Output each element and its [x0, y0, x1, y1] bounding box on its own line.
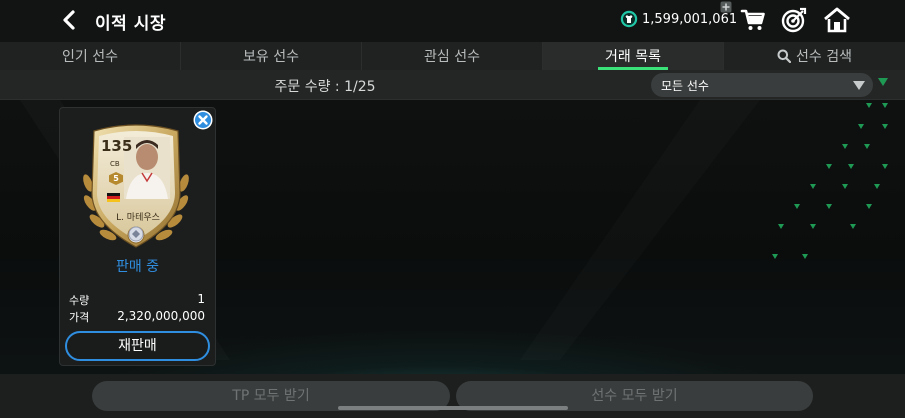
dropdown-value: 모든 선수 — [661, 79, 709, 93]
tab-label: 거래 목록 — [605, 49, 661, 65]
tp-balance-value: 1,599,001,061 — [642, 11, 738, 27]
quantity-label: 수량 — [69, 294, 90, 307]
player-ovr: 135 — [101, 137, 133, 155]
tab-label: 보유 선수 — [243, 49, 299, 65]
tab-watchlist[interactable]: 관심 선수 — [362, 42, 543, 70]
listing-status: 판매 중 — [115, 259, 160, 275]
tab-label: 관심 선수 — [424, 49, 480, 65]
search-icon — [777, 49, 791, 63]
player-filter-dropdown[interactable]: 모든 선수 — [651, 73, 873, 97]
tab-popular-players[interactable]: 인기 선수 — [0, 42, 181, 70]
season-badge-icon — [128, 226, 144, 242]
player-name: L. 마테우스 — [116, 213, 160, 223]
tp-coin-icon — [620, 10, 638, 28]
tab-label: 선수 검색 — [796, 49, 852, 65]
price-value: 2,320,000,000 — [117, 309, 205, 323]
home-icon[interactable] — [823, 6, 851, 34]
target-icon[interactable] — [781, 7, 807, 33]
price-label: 가격 — [69, 311, 90, 324]
close-icon[interactable] — [193, 110, 213, 130]
chevron-down-icon — [878, 78, 888, 86]
plus-icon[interactable] — [720, 1, 732, 13]
tab-trade-list[interactable]: 거래 목록 — [543, 42, 724, 70]
chevron-down-icon — [853, 81, 865, 90]
germany-flag-icon — [107, 193, 120, 202]
tab-owned-players[interactable]: 보유 선수 — [181, 42, 362, 70]
resell-button[interactable]: 재판매 — [65, 331, 210, 361]
tab-label: 인기 선수 — [62, 49, 118, 65]
order-count: 주문 수량 : 1/25 — [274, 79, 376, 95]
cart-icon[interactable] — [740, 8, 766, 32]
filter-bar: 주문 수량 : 1/25 모든 선수 — [0, 70, 905, 100]
tab-bar: 인기 선수 보유 선수 관심 선수 거래 목록 선수 검색 — [0, 42, 905, 70]
player-position: CB — [110, 160, 120, 168]
quantity-value: 1 — [197, 292, 205, 306]
page-title: 이적 시장 — [95, 14, 166, 34]
home-indicator[interactable] — [338, 406, 568, 410]
back-icon[interactable] — [58, 8, 82, 32]
tab-player-search[interactable]: 선수 검색 — [724, 42, 905, 70]
